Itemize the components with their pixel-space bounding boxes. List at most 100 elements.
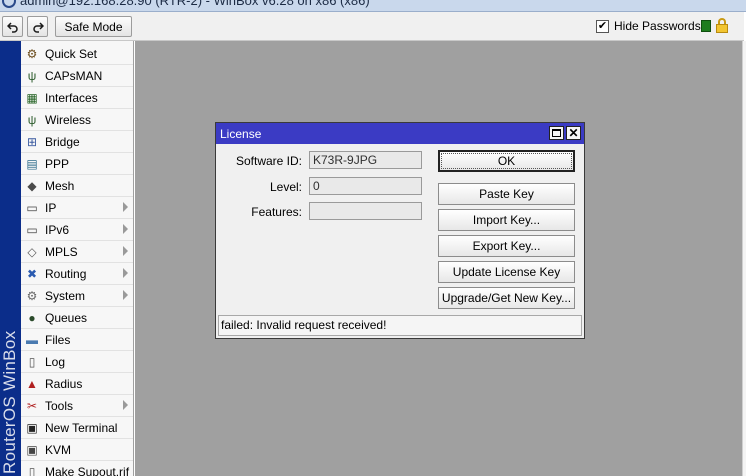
sidebar-item-label: Routing <box>45 266 87 281</box>
sidebar-item-label: KVM <box>45 442 72 457</box>
hide-passwords-checkbox[interactable]: ✔ <box>596 19 609 33</box>
sidebar-item-new-terminal[interactable]: ▣ New Terminal <box>21 417 133 439</box>
sidebar-item-label: System <box>45 288 86 303</box>
sidebar-item-quick-set[interactable]: ⚙ Quick Set <box>21 43 133 65</box>
files-icon: ▬ <box>26 332 38 347</box>
dialog-title-bar[interactable]: License ✕ <box>216 123 584 144</box>
sidebar-item-kvm[interactable]: ▣ KVM <box>21 439 133 461</box>
submenu-arrow-icon <box>123 400 128 410</box>
sidebar-item-routing[interactable]: ✖ Routing <box>21 263 133 285</box>
kvm-icon: ▣ <box>26 442 38 457</box>
hide-passwords-label: Hide Passwords <box>614 19 701 33</box>
sidebar-menu: ⚙ Quick Set ψ CAPsMAN ▦ Interfaces ψ Wireless ⊞ B… <box>21 41 134 476</box>
status-indicator-icon <box>701 20 711 32</box>
ok-button-label: OK <box>497 154 516 168</box>
interfaces-icon: ▦ <box>26 90 38 105</box>
ipv6-icon: ▭ <box>26 222 38 237</box>
maximize-button[interactable] <box>549 126 564 140</box>
ip-icon: ▭ <box>26 200 38 215</box>
dialog-title: License <box>220 127 262 141</box>
submenu-arrow-icon <box>123 246 128 256</box>
sidebar-item-ipv6[interactable]: ▭ IPv6 <box>21 219 133 241</box>
window-title: admin@192.168.28.90 (RTR-2) - WinBox v6.… <box>20 0 370 8</box>
sidebar-item-wireless[interactable]: ψ Wireless <box>21 109 133 131</box>
sidebar-item-label: PPP <box>45 156 70 171</box>
brand-text: RouterOS WinBox <box>0 330 19 474</box>
toolbar: Safe Mode ✔ Hide Passwords <box>0 12 744 41</box>
sidebar-item-mesh[interactable]: ◆ Mesh <box>21 175 133 197</box>
software-id-label: Software ID: <box>235 154 302 168</box>
ppp-icon: ▤ <box>26 156 38 171</box>
submenu-arrow-icon <box>123 202 128 212</box>
radius-icon: ▲ <box>26 376 38 391</box>
close-button[interactable]: ✕ <box>566 126 581 140</box>
brand-bar: RouterOS WinBox <box>0 41 21 476</box>
close-icon: ✕ <box>568 126 579 140</box>
license-dialog: License ✕ Software ID: K73R-9JPG Level: … <box>215 122 585 339</box>
sidebar-item-label: Bridge <box>45 134 80 149</box>
sidebar-item-bridge[interactable]: ⊞ Bridge <box>21 131 133 153</box>
wand-icon: ⚙ <box>26 46 38 61</box>
paste-key-button[interactable]: Paste Key <box>438 183 575 205</box>
safe-mode-button[interactable]: Safe Mode <box>55 16 132 37</box>
sidebar-item-radius[interactable]: ▲ Radius <box>21 373 133 395</box>
sidebar-item-ip[interactable]: ▭ IP <box>21 197 133 219</box>
level-field[interactable]: 0 <box>309 177 422 195</box>
sidebar-item-label: Make Supout.rif <box>45 464 130 476</box>
sidebar-item-label: Queues <box>45 310 88 325</box>
sidebar-item-label: Mesh <box>45 178 75 193</box>
bridge-icon: ⊞ <box>26 134 38 149</box>
mesh-icon: ◆ <box>27 178 37 193</box>
sidebar-item-label: MPLS <box>45 244 78 259</box>
sidebar-item-label: Wireless <box>45 112 92 127</box>
sidebar-item-system[interactable]: ⚙ System <box>21 285 133 307</box>
sidebar-item-interfaces[interactable]: ▦ Interfaces <box>21 87 133 109</box>
export-key-button[interactable]: Export Key... <box>438 235 575 257</box>
sidebar-item-label: Quick Set <box>45 46 98 61</box>
sidebar-item-label: IPv6 <box>45 222 70 237</box>
submenu-arrow-icon <box>123 290 128 300</box>
sidebar-item-make-supout-rif[interactable]: ▯ Make Supout.rif <box>21 461 133 476</box>
winbox-logo-icon <box>2 0 16 8</box>
sidebar-item-capsman[interactable]: ψ CAPsMAN <box>21 65 133 87</box>
mpls-icon: ◇ <box>27 244 37 259</box>
sidebar-item-label: CAPsMAN <box>45 68 103 83</box>
undo-button[interactable] <box>2 16 23 37</box>
title-bar: admin@192.168.28.90 (RTR-2) - WinBox v6.… <box>0 0 746 12</box>
features-field[interactable] <box>309 202 422 220</box>
maximize-icon <box>552 129 561 137</box>
sidebar-item-ppp[interactable]: ▤ PPP <box>21 153 133 175</box>
sidebar-item-log[interactable]: ▯ Log <box>21 351 133 373</box>
sidebar-item-label: Files <box>45 332 71 347</box>
redo-button[interactable] <box>27 16 48 37</box>
sidebar-item-label: Log <box>45 354 66 369</box>
lock-icon <box>716 18 728 33</box>
tools-icon: ✂ <box>26 398 38 413</box>
terminal-icon: ▣ <box>26 420 38 435</box>
sidebar-item-queues[interactable]: ● Queues <box>21 307 133 329</box>
hide-passwords-toggle[interactable]: ✔ Hide Passwords <box>596 19 701 33</box>
system-icon: ⚙ <box>26 288 38 303</box>
features-label: Features: <box>251 205 302 219</box>
queues-icon: ● <box>28 310 36 325</box>
status-bar: failed: Invalid request received! <box>218 315 582 336</box>
routing-icon: ✖ <box>26 266 38 281</box>
software-id-field[interactable]: K73R-9JPG <box>309 151 422 169</box>
sidebar-item-label: Radius <box>45 376 83 391</box>
import-key-button[interactable]: Import Key... <box>438 209 575 231</box>
sidebar-item-files[interactable]: ▬ Files <box>21 329 133 351</box>
ok-button[interactable]: OK <box>438 150 575 172</box>
wireless-icon: ψ <box>27 112 37 127</box>
update-license-key-button[interactable]: Update License Key <box>438 261 575 283</box>
redo-icon <box>32 21 44 33</box>
sidebar-item-mpls[interactable]: ◇ MPLS <box>21 241 133 263</box>
undo-icon <box>6 21 18 33</box>
upgrade-get-new-key-button[interactable]: Upgrade/Get New Key... <box>438 287 575 309</box>
sidebar-item-tools[interactable]: ✂ Tools <box>21 395 133 417</box>
sidebar-item-label: IP <box>45 200 57 215</box>
document-icon: ▯ <box>28 464 36 476</box>
sidebar-item-label: Tools <box>45 398 74 413</box>
sidebar-item-label: New Terminal <box>45 420 118 435</box>
submenu-arrow-icon <box>123 224 128 234</box>
right-edge <box>742 41 746 476</box>
